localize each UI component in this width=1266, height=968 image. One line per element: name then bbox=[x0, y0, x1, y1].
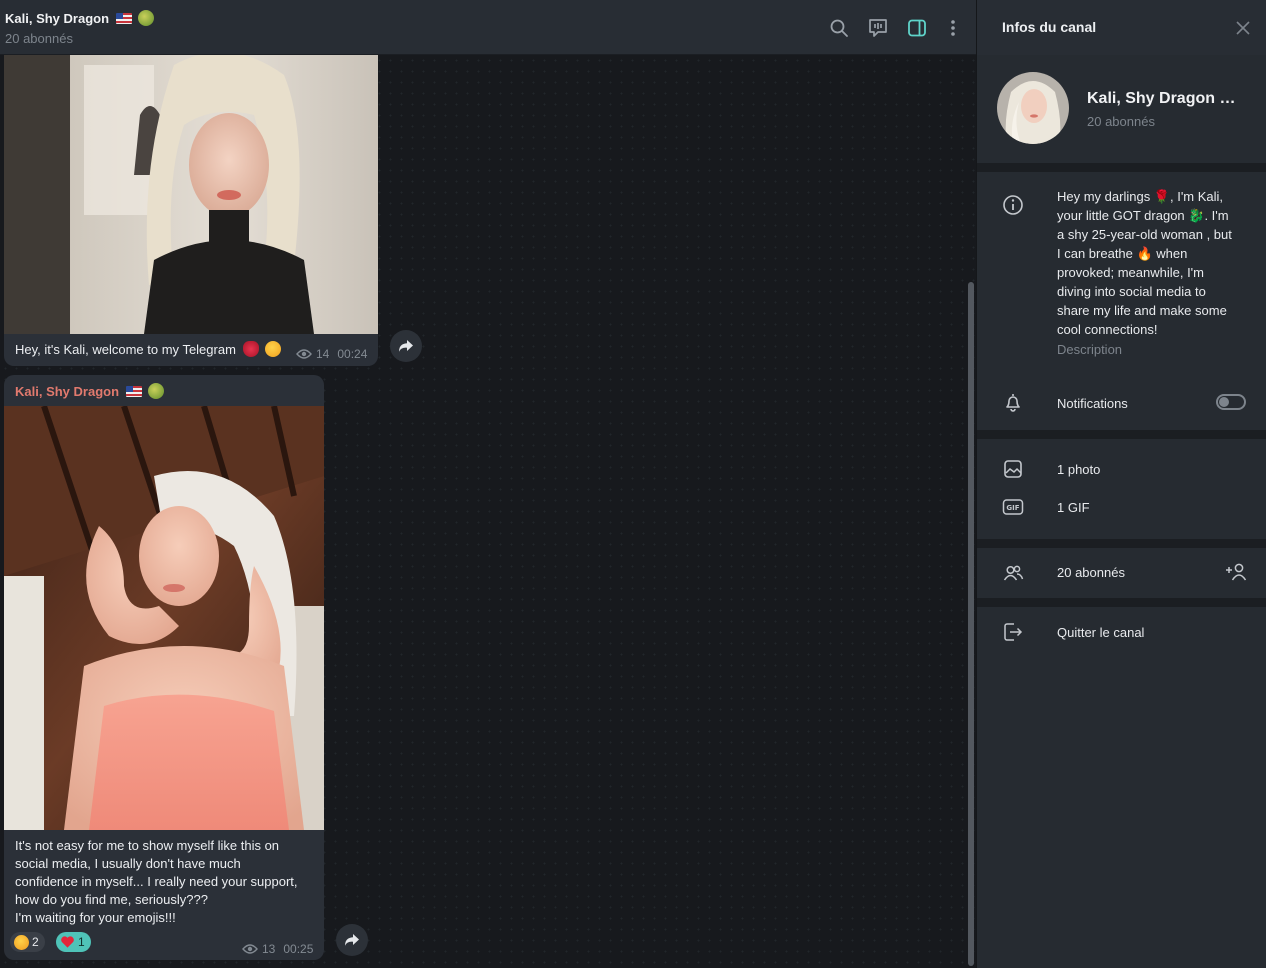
view-count: 14 bbox=[316, 347, 330, 361]
media-section bbox=[977, 439, 1266, 539]
forward-arrow-icon bbox=[345, 934, 359, 946]
reaction-heart-eyes[interactable]: 2 bbox=[10, 932, 45, 952]
message-sender[interactable]: Kali, Shy Dragon bbox=[15, 383, 165, 399]
message-photo[interactable] bbox=[4, 55, 378, 334]
us-flag-icon bbox=[125, 386, 142, 397]
avatar[interactable] bbox=[997, 72, 1069, 144]
section-divider bbox=[977, 163, 1266, 172]
description-label: Description bbox=[1057, 342, 1123, 357]
toggle-knob bbox=[1219, 397, 1229, 407]
section-divider bbox=[977, 430, 1266, 439]
close-icon[interactable] bbox=[1233, 18, 1253, 38]
dragon-emoji-icon bbox=[138, 10, 155, 26]
message-time: 00:24 bbox=[337, 347, 368, 361]
forward-arrow-icon bbox=[399, 340, 413, 352]
profile-name: Kali, Shy Dragon 🇺🇸... bbox=[1087, 90, 1252, 107]
heart-emoji-icon bbox=[61, 936, 74, 948]
message-bubble[interactable]: Kali, Shy Dragon It's not easy for me to… bbox=[4, 375, 324, 960]
users-icon bbox=[1002, 562, 1024, 584]
kissing-face-emoji-icon bbox=[265, 341, 282, 357]
photo-icon bbox=[1002, 458, 1024, 480]
views-eye-icon bbox=[296, 349, 312, 359]
kiss-lips-emoji-icon bbox=[242, 341, 259, 357]
reaction-heart[interactable]: 1 bbox=[56, 932, 91, 952]
message-meta: 14 00:24 bbox=[296, 347, 367, 361]
dragon-emoji-icon bbox=[148, 383, 165, 399]
bell-icon bbox=[1002, 391, 1024, 413]
leave-icon bbox=[1002, 621, 1024, 643]
chat-header[interactable]: Kali, Shy Dragon 20 abonnés bbox=[0, 0, 976, 55]
view-count: 13 bbox=[262, 942, 276, 956]
selfie-photo-image bbox=[4, 406, 324, 830]
leave-section bbox=[977, 607, 1266, 968]
photos-link[interactable]: 1 photo bbox=[1057, 462, 1100, 477]
subscribers-link[interactable]: 20 abonnés bbox=[1057, 565, 1125, 580]
message-caption: Hey, it's Kali, welcome to my Telegram bbox=[15, 341, 282, 357]
panel-title: Infos du canal bbox=[1002, 19, 1097, 35]
add-user-icon[interactable] bbox=[1225, 561, 1247, 583]
us-flag-icon bbox=[115, 13, 132, 24]
chat-subscriber-count: 20 abonnés bbox=[5, 31, 73, 46]
panel-header: Infos du canal bbox=[977, 0, 1266, 55]
forward-button[interactable] bbox=[336, 924, 368, 956]
section-divider bbox=[977, 598, 1266, 607]
profile-subscriber-count: 20 abonnés bbox=[1087, 114, 1155, 129]
svg-text:GIF: GIF bbox=[1006, 504, 1019, 512]
channel-description: Hey my darlings 🌹, I'm Kali, your little… bbox=[1057, 189, 1232, 337]
heart-eyes-emoji-icon bbox=[14, 934, 29, 950]
forward-button[interactable] bbox=[390, 330, 422, 362]
message-photo[interactable] bbox=[4, 406, 324, 830]
message-meta: 13 00:25 bbox=[242, 942, 313, 956]
sidebar-toggle-icon[interactable] bbox=[906, 17, 928, 39]
section-divider bbox=[977, 539, 1266, 548]
live-stream-icon[interactable] bbox=[867, 17, 889, 39]
more-vertical-icon[interactable] bbox=[942, 17, 964, 39]
message-time: 00:25 bbox=[283, 942, 314, 956]
gifs-link[interactable]: 1 GIF bbox=[1057, 500, 1090, 515]
notifications-toggle[interactable] bbox=[1216, 394, 1246, 410]
selfie-photo-image bbox=[4, 55, 378, 334]
message-caption: It's not easy for me to show myself like… bbox=[15, 838, 298, 925]
info-icon bbox=[1002, 194, 1024, 216]
leave-channel-button[interactable]: Quitter le canal bbox=[1057, 625, 1144, 640]
message-bubble[interactable] bbox=[4, 55, 378, 366]
notifications-label[interactable]: Notifications bbox=[1057, 396, 1128, 411]
chat-message-list[interactable]: Hey, it's Kali, welcome to my Telegram 1… bbox=[0, 55, 976, 968]
chat-title[interactable]: Kali, Shy Dragon bbox=[5, 10, 155, 26]
chat-scrollbar[interactable] bbox=[968, 282, 974, 966]
views-eye-icon bbox=[242, 944, 258, 954]
gif-icon: GIF bbox=[1002, 496, 1024, 518]
channel-info-panel: Infos du canal Kali, Shy Dragon 🇺🇸... 20… bbox=[976, 0, 1266, 968]
search-icon[interactable] bbox=[828, 17, 850, 39]
